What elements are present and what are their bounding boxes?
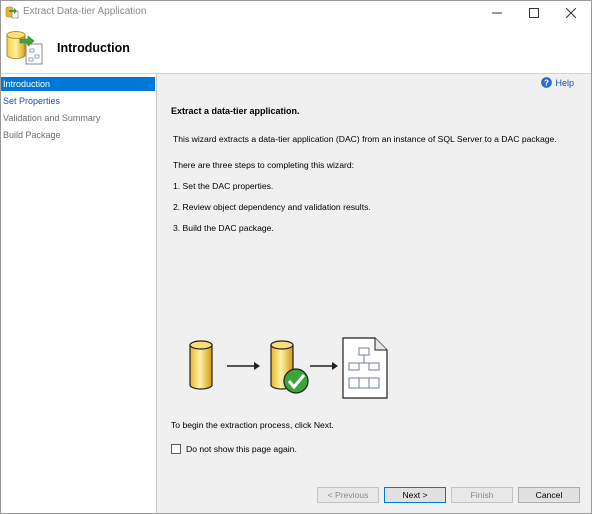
do-not-show-label[interactable]: Do not show this page again. xyxy=(186,444,297,454)
window-title: Extract Data-tier Application xyxy=(23,6,147,17)
nav-item-build-package: Build Package xyxy=(3,130,61,140)
step-1: 1. Set the DAC properties. xyxy=(173,181,274,191)
do-not-show-checkbox[interactable] xyxy=(171,444,181,454)
database-export-icon xyxy=(6,31,43,65)
dac-package-icon xyxy=(342,337,388,399)
title-bar: Extract Data-tier Application xyxy=(1,1,591,24)
maximize-icon xyxy=(529,7,539,18)
app-icon xyxy=(5,6,19,19)
svg-text:?: ? xyxy=(545,78,550,87)
validated-database-icon xyxy=(270,340,309,394)
step-3: 3. Build the DAC package. xyxy=(173,223,274,233)
page-title: Introduction xyxy=(57,41,130,55)
content-panel: ? Help Extract a data-tier application. … xyxy=(157,74,591,483)
begin-instructions: To begin the extraction process, click N… xyxy=(171,420,334,430)
help-link[interactable]: ? Help xyxy=(541,77,574,88)
wizard-window: Extract Data-tier Application Introducti… xyxy=(0,0,592,514)
steps-intro: There are three steps to completing this… xyxy=(173,160,355,170)
step-2: 2. Review object dependency and validati… xyxy=(173,202,371,212)
checkmark-icon xyxy=(283,368,309,394)
intro-heading: Extract a data-tier application. xyxy=(171,106,300,116)
wizard-header: Introduction xyxy=(1,24,591,74)
nav-item-introduction[interactable]: Introduction xyxy=(1,77,155,91)
extraction-diagram xyxy=(189,337,388,399)
cancel-button[interactable]: Cancel xyxy=(518,487,580,503)
source-database-icon xyxy=(189,340,213,390)
close-window-button[interactable] xyxy=(553,1,589,24)
maximize-button[interactable] xyxy=(516,1,552,24)
finish-button[interactable]: Finish xyxy=(451,487,513,503)
arrow-right-icon xyxy=(310,362,338,370)
close-icon xyxy=(566,7,576,18)
intro-description: This wizard extracts a data-tier applica… xyxy=(173,134,557,144)
do-not-show-row[interactable]: Do not show this page again. xyxy=(171,444,297,454)
nav-item-validation-summary: Validation and Summary xyxy=(3,113,101,123)
arrow-right-icon xyxy=(227,362,260,370)
help-icon: ? xyxy=(541,77,553,88)
nav-item-set-properties[interactable]: Set Properties xyxy=(1,94,155,108)
minimize-button[interactable] xyxy=(479,1,515,24)
next-button[interactable]: Next > xyxy=(384,487,446,503)
help-label[interactable]: Help xyxy=(555,78,574,88)
minimize-icon xyxy=(492,12,502,13)
button-bar: < Previous Next > Finish Cancel xyxy=(157,483,591,513)
previous-button[interactable]: < Previous xyxy=(317,487,379,503)
wizard-steps-nav: Introduction Set Properties Validation a… xyxy=(1,74,157,513)
